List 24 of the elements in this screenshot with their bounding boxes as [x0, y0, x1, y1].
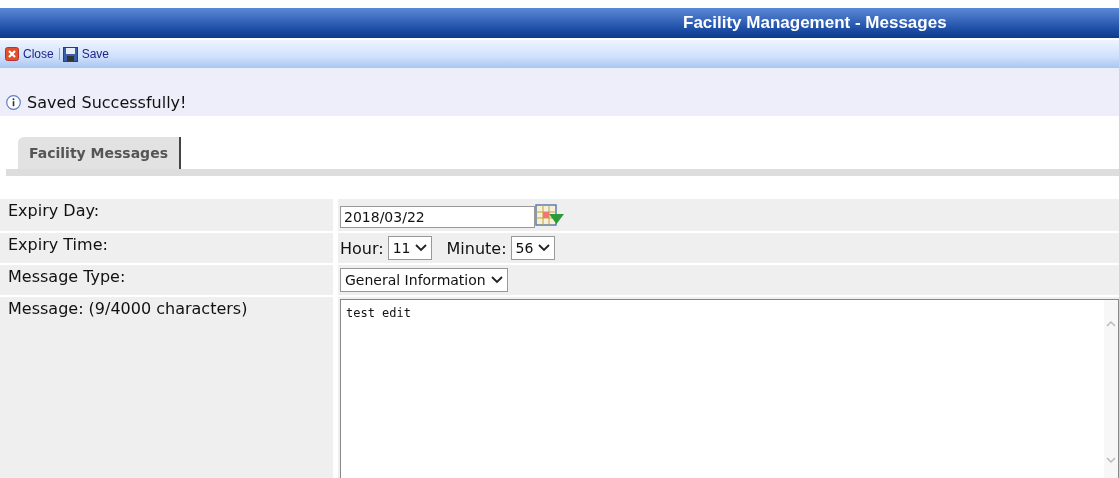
message-type-dropdown[interactable]: General Information: [340, 268, 508, 292]
close-icon: [5, 47, 19, 61]
field-label: Message Type:: [0, 265, 333, 295]
window-title: Facility Management - Messages: [683, 13, 947, 33]
info-icon: [6, 95, 21, 110]
field-label: Expiry Day:: [0, 199, 333, 231]
tab[interactable]: Facility Messages: [18, 137, 181, 169]
hour-dropdown[interactable]: 11: [387, 236, 433, 260]
message-textarea[interactable]: test edit: [340, 299, 1119, 478]
scroll-up-icon[interactable]: [1106, 320, 1116, 327]
minute-dropdown[interactable]: 56: [510, 236, 556, 260]
scroll-down-icon[interactable]: [1106, 457, 1116, 464]
hour-label: Hour:: [340, 238, 384, 258]
chevron-down-icon: [538, 244, 551, 252]
minute-label: Minute:: [446, 238, 507, 258]
notice-text: Saved Successfully!: [27, 93, 187, 113]
field-label: Expiry Time:: [0, 233, 333, 263]
chevron-down-icon: [490, 276, 503, 284]
date-field[interactable]: 2018/03/22: [340, 206, 535, 228]
save-button[interactable]: Save: [62, 46, 110, 62]
calendar-icon[interactable]: [535, 204, 565, 228]
close-button[interactable]: Close: [5, 47, 54, 61]
chevron-down-icon: [415, 244, 428, 252]
field-label: Message: (9/4000 characters): [0, 297, 333, 478]
